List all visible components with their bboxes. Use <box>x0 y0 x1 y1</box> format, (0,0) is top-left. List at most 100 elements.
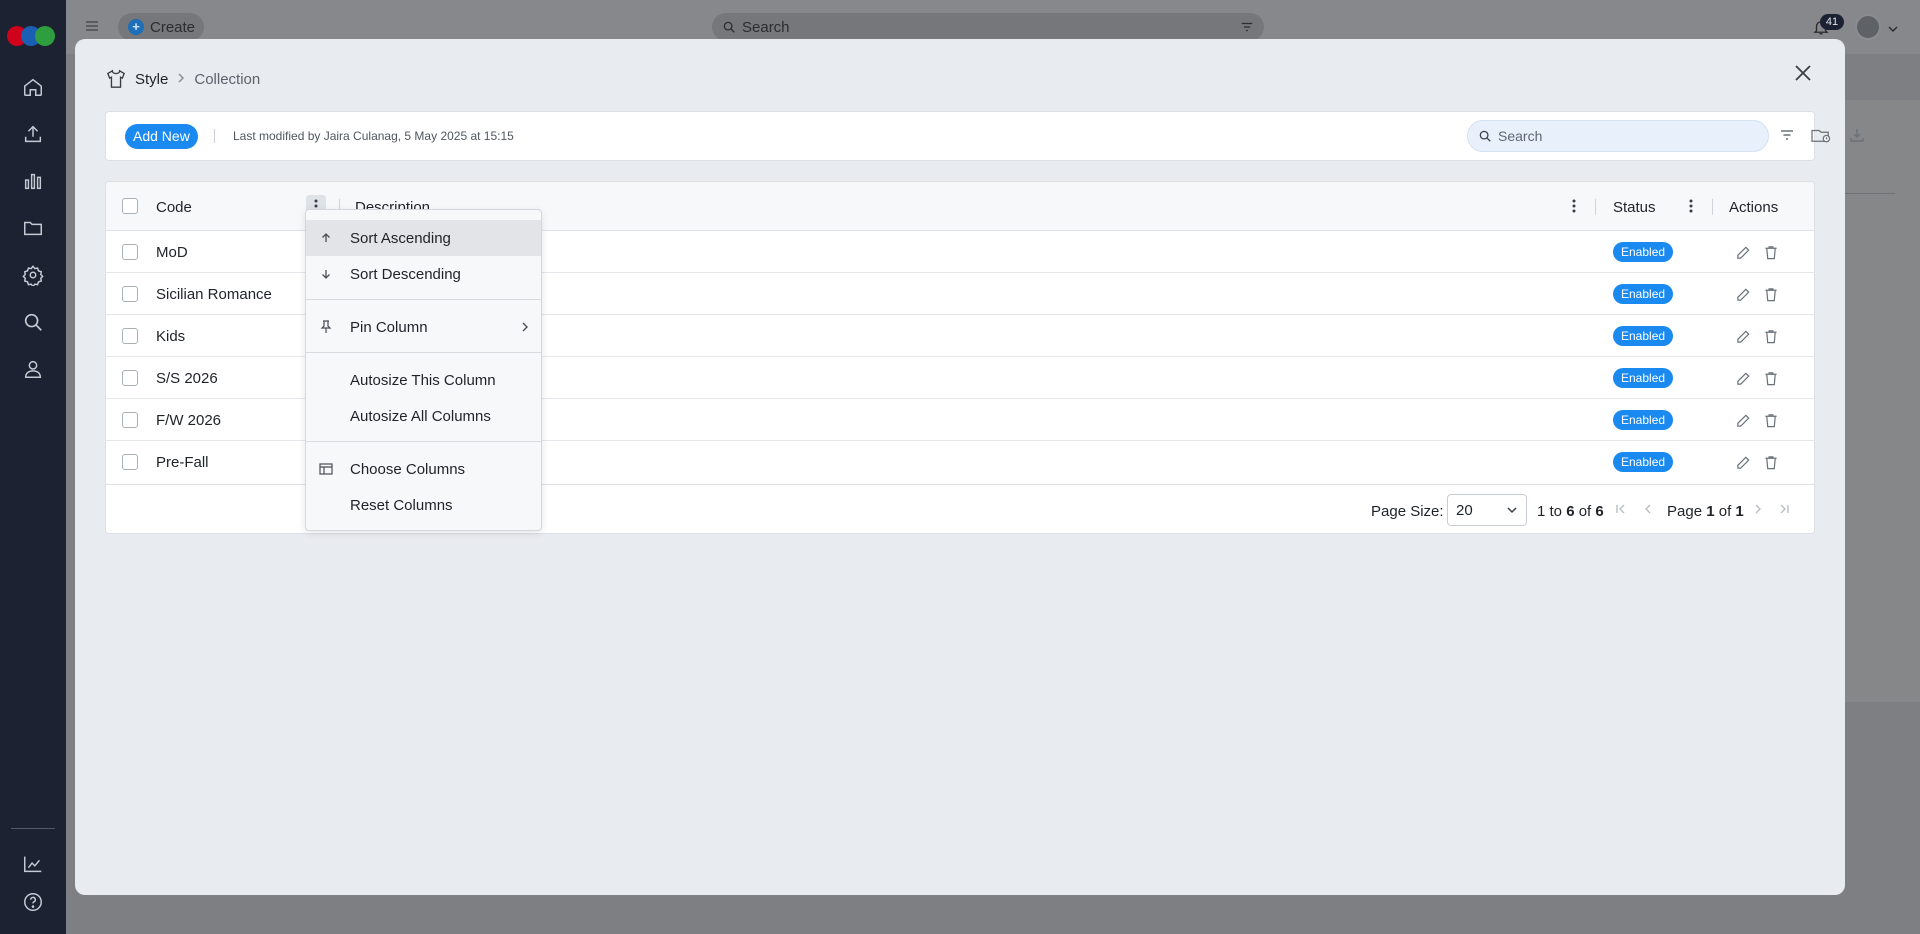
avatar[interactable] <box>1855 14 1881 40</box>
range-total: 6 <box>1595 503 1604 520</box>
saved-views-icon[interactable] <box>1810 124 1832 146</box>
menu-icon[interactable] <box>84 18 100 34</box>
menu-item-reset-columns[interactable]: Reset Columns <box>306 487 541 523</box>
page-size-value: 20 <box>1456 501 1473 519</box>
row-checkbox[interactable] <box>122 286 138 302</box>
page-current: 1 <box>1706 503 1715 520</box>
user-icon[interactable] <box>21 357 45 381</box>
edit-icon[interactable] <box>1734 411 1752 429</box>
column-header-status[interactable]: Status <box>1613 199 1656 216</box>
delete-icon[interactable] <box>1762 453 1780 471</box>
menu-item-pin-column[interactable]: Pin Column <box>306 309 541 345</box>
status-badge: Enabled <box>1613 284 1674 304</box>
delete-icon[interactable] <box>1762 327 1780 345</box>
more-vertical-icon <box>1689 199 1693 213</box>
range-end: 6 <box>1566 503 1575 520</box>
menu-item-label: Sort Ascending <box>350 230 451 247</box>
delete-icon[interactable] <box>1762 369 1780 387</box>
help-icon[interactable] <box>21 890 45 914</box>
edit-icon[interactable] <box>1734 327 1752 345</box>
last-modified-text: Last modified by Jaira Culanag, 5 May 20… <box>233 129 514 143</box>
create-button[interactable]: + Create <box>118 13 204 41</box>
menu-item-sort-descending[interactable]: Sort Descending <box>306 256 541 292</box>
rail-divider <box>11 828 55 829</box>
status-badge: Enabled <box>1613 242 1674 262</box>
menu-item-label: Autosize All Columns <box>350 408 491 425</box>
filter-icon[interactable] <box>1240 20 1254 34</box>
delete-icon[interactable] <box>1762 243 1780 261</box>
row-checkbox[interactable] <box>122 370 138 386</box>
column-menu-button-description[interactable] <box>1564 195 1584 217</box>
app-logo[interactable] <box>7 26 59 46</box>
row-checkbox[interactable] <box>122 412 138 428</box>
row-checkbox[interactable] <box>122 244 138 260</box>
menu-item-sort-ascending[interactable]: Sort Ascending <box>306 220 541 256</box>
delete-icon[interactable] <box>1762 285 1780 303</box>
menu-divider <box>306 352 541 353</box>
menu-item-label: Sort Descending <box>350 266 461 283</box>
row-checkbox[interactable] <box>122 328 138 344</box>
create-label: Create <box>150 18 196 36</box>
breadcrumb: Style Collection <box>105 69 260 89</box>
column-menu: Sort Ascending Sort Descending Pin Colum… <box>305 209 542 531</box>
toolbar-divider <box>214 129 215 143</box>
row-checkbox[interactable] <box>122 454 138 470</box>
reports-icon[interactable] <box>21 852 45 876</box>
column-resize-handle[interactable] <box>1712 199 1713 215</box>
close-icon[interactable] <box>1793 63 1813 83</box>
edit-icon[interactable] <box>1734 369 1752 387</box>
menu-item-choose-columns[interactable]: Choose Columns <box>306 451 541 487</box>
arrow-down-icon <box>318 266 334 282</box>
add-new-button[interactable]: Add New <box>125 124 198 149</box>
row-range: 1 to 6 of 6 <box>1537 503 1604 520</box>
upload-icon[interactable] <box>21 122 45 146</box>
row-code: Pre-Fall <box>156 454 209 471</box>
menu-item-autosize-this-column[interactable]: Autosize This Column <box>306 362 541 398</box>
notification-badge: 41 <box>1820 14 1844 30</box>
search-icon[interactable] <box>21 310 45 334</box>
search-icon <box>1479 130 1491 142</box>
column-header-actions: Actions <box>1729 199 1779 216</box>
last-page-icon[interactable] <box>1776 501 1792 517</box>
delete-icon[interactable] <box>1762 411 1780 429</box>
edit-icon[interactable] <box>1734 453 1752 471</box>
page-size-select[interactable]: 20 <box>1447 494 1527 526</box>
column-resize-handle[interactable] <box>1595 199 1596 215</box>
folder-icon[interactable] <box>21 216 45 240</box>
column-menu-button-status[interactable] <box>1681 195 1701 217</box>
pin-icon <box>318 319 334 335</box>
menu-item-label: Autosize This Column <box>350 372 496 389</box>
page-size-label: Page Size: <box>1371 503 1444 520</box>
arrow-up-icon <box>318 230 334 246</box>
breadcrumb-root[interactable]: Style <box>135 71 168 88</box>
chart-icon[interactable] <box>21 169 45 193</box>
left-rail <box>0 0 66 934</box>
filter-icon[interactable] <box>1776 124 1798 146</box>
row-code: Sicilian Romance <box>156 286 272 303</box>
row-code: Kids <box>156 328 186 345</box>
page-indicator: Page 1 of 1 <box>1667 503 1744 520</box>
select-all-checkbox[interactable] <box>122 198 138 214</box>
edit-icon[interactable] <box>1734 243 1752 261</box>
edit-icon[interactable] <box>1734 285 1752 303</box>
previous-page-icon[interactable] <box>1640 501 1656 517</box>
global-search-placeholder: Search <box>742 18 790 36</box>
chevron-down-icon <box>1507 507 1517 514</box>
row-code: F/W 2026 <box>156 412 222 429</box>
page-of: of <box>1718 503 1732 520</box>
first-page-icon[interactable] <box>1613 501 1629 517</box>
home-icon[interactable] <box>21 75 45 99</box>
menu-item-label: Pin Column <box>350 319 428 336</box>
grid-search-input[interactable] <box>1498 128 1748 144</box>
background-panel <box>1840 100 1920 702</box>
grid-search-field[interactable] <box>1467 120 1769 152</box>
menu-item-label: Choose Columns <box>350 461 466 478</box>
chevron-down-icon[interactable] <box>1887 22 1899 40</box>
next-page-icon[interactable] <box>1750 501 1766 517</box>
menu-divider <box>306 441 541 442</box>
gear-icon[interactable] <box>21 263 45 287</box>
menu-item-autosize-all-columns[interactable]: Autosize All Columns <box>306 398 541 434</box>
download-icon[interactable] <box>1846 124 1868 146</box>
global-search-input[interactable]: Search <box>712 13 1264 41</box>
column-header-code[interactable]: Code <box>156 199 192 216</box>
